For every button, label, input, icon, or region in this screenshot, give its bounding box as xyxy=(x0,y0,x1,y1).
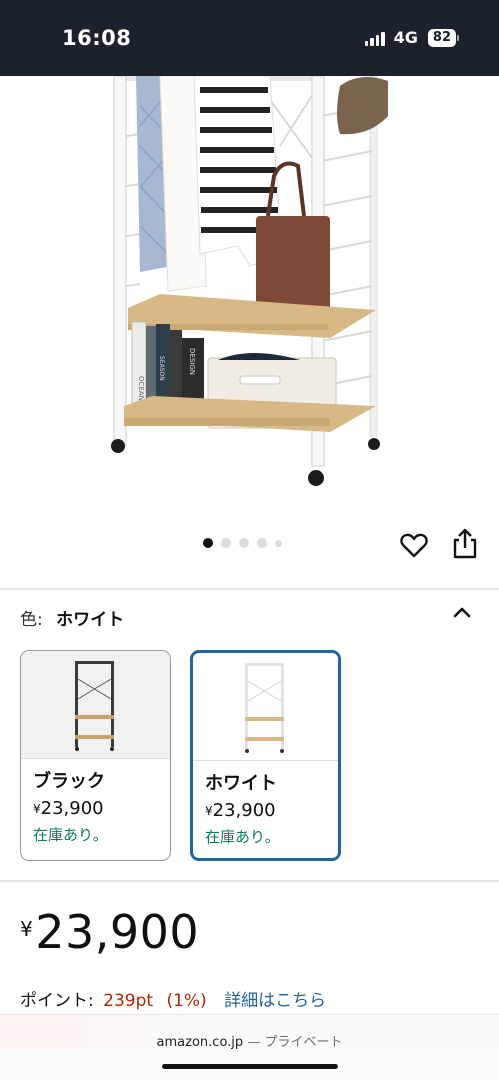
battery-icon: 82 xyxy=(427,28,459,47)
wishlist-button[interactable] xyxy=(399,530,429,560)
home-indicator[interactable] xyxy=(162,1064,338,1069)
chevron-up-icon[interactable] xyxy=(452,604,472,620)
battery-level: 82 xyxy=(427,28,456,47)
share-button[interactable] xyxy=(450,528,480,560)
carousel-dot[interactable] xyxy=(221,538,231,548)
points-percent: (1%) xyxy=(166,991,207,1011)
variant-thumbnail xyxy=(21,651,170,759)
variant-black[interactable]: ブラック ¥23,900 在庫あり。 xyxy=(20,650,171,861)
variant-price: ¥23,900 xyxy=(33,798,104,819)
currency-symbol: ¥ xyxy=(20,917,34,941)
variant-name: ブラック xyxy=(33,771,105,792)
points-row: ポイント: 239pt (1%) 詳細はこちら xyxy=(20,986,326,1011)
book-title-ocean: OCEAN xyxy=(137,376,145,401)
share-icon xyxy=(453,528,477,559)
product-image[interactable]: OCEAN SEASON DESIGN xyxy=(0,75,499,516)
private-label: — プライベート xyxy=(247,1035,343,1050)
heart-icon xyxy=(400,533,428,558)
clothing-rack-illustration: OCEAN SEASON DESIGN xyxy=(111,75,388,486)
browser-address-bar[interactable]: amazon.co.jp — プライベート xyxy=(0,1014,499,1080)
carousel-dot[interactable] xyxy=(239,538,249,548)
color-label: 色: xyxy=(20,610,43,630)
points-value: 239pt xyxy=(103,991,154,1011)
price-amount: 23,900 xyxy=(35,905,200,959)
points-label: ポイント: xyxy=(20,991,94,1011)
variant-name: ホワイト xyxy=(205,773,277,794)
product-price: ¥23,900 xyxy=(20,905,199,959)
status-indicators: 4G 82 xyxy=(364,28,459,47)
signal-icon xyxy=(364,30,385,46)
book-title-season: SEASON xyxy=(158,356,165,381)
variant-thumbnail xyxy=(193,653,338,761)
carousel-dot[interactable] xyxy=(257,538,267,548)
status-time: 16:08 xyxy=(62,26,132,50)
color-selector-header: 色: ホワイト xyxy=(20,605,124,630)
points-details-link[interactable]: 詳細はこちら xyxy=(224,991,326,1011)
variant-white[interactable]: ホワイト ¥23,900 在庫あり。 xyxy=(190,650,341,861)
divider xyxy=(0,588,499,590)
url-display[interactable]: amazon.co.jp — プライベート xyxy=(0,1031,499,1050)
carousel-dots[interactable] xyxy=(203,538,282,548)
variant-stock: 在庫あり。 xyxy=(205,828,280,846)
network-type: 4G xyxy=(393,28,418,47)
carousel-dot[interactable] xyxy=(203,538,213,548)
variant-stock: 在庫あり。 xyxy=(33,826,108,844)
status-bar: 16:08 4G 82 xyxy=(0,0,499,76)
book-title-design: DESIGN xyxy=(188,348,196,375)
carousel-dot[interactable] xyxy=(275,539,282,547)
variant-price: ¥23,900 xyxy=(205,800,276,821)
divider xyxy=(0,880,499,882)
url-domain: amazon.co.jp xyxy=(156,1035,244,1050)
selected-color: ホワイト xyxy=(56,610,125,630)
